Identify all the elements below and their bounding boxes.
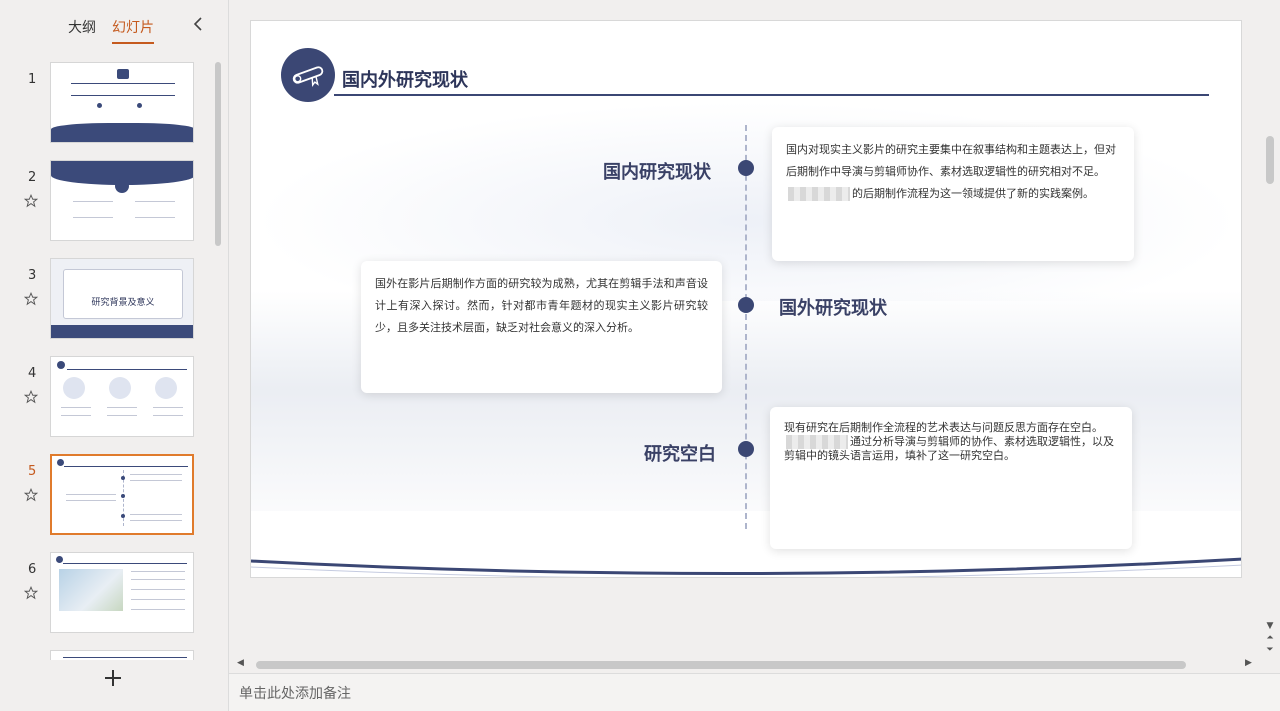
- slide-thumbnail-7[interactable]: [50, 650, 194, 660]
- card-text: 国内对现实主义影片的研究主要集中在叙事结构和主题表达上，但对后期制作中导演与剪辑…: [786, 143, 1116, 201]
- thumbnail-text: 研究背景及意义: [91, 298, 155, 308]
- slide-number: 2: [28, 170, 37, 185]
- thumbnail-row: 2: [0, 160, 212, 244]
- redacted-name: [788, 187, 850, 201]
- page-up-icon[interactable]: ⏶: [1264, 632, 1276, 644]
- page-down-icon[interactable]: ⏷: [1264, 644, 1276, 656]
- panel-tabs: 大纲 幻灯片: [68, 17, 154, 44]
- slide-thumbnail-1[interactable]: [50, 62, 194, 143]
- diploma-icon: [281, 48, 335, 102]
- star-icon[interactable]: [23, 291, 40, 307]
- thumbnail-row: 1: [0, 62, 212, 146]
- timeline-dot: [738, 160, 754, 176]
- card-text: 现有研究在后期制作全流程的艺术表达与问题反思方面存在空白。通过分析导演与剪辑师的…: [784, 421, 1114, 462]
- star-icon[interactable]: [23, 389, 40, 405]
- notes-pane[interactable]: 单击此处添加备注: [229, 673, 1280, 711]
- label-domestic-research[interactable]: 国内研究现状: [603, 158, 711, 184]
- label-research-gap[interactable]: 研究空白: [644, 440, 716, 466]
- slide-thumbnail-6[interactable]: [50, 552, 194, 633]
- card-foreign-research[interactable]: 国外在影片后期制作方面的研究较为成熟，尤其在剪辑手法和声音设计上有深入探讨。然而…: [361, 261, 722, 393]
- tab-outline[interactable]: 大纲: [68, 17, 96, 44]
- slide-number: 1: [28, 72, 37, 87]
- slide-number: 3: [28, 268, 37, 283]
- thumbnail-row: 5: [0, 454, 212, 538]
- redacted-name: [786, 435, 848, 449]
- star-icon[interactable]: [23, 585, 40, 601]
- scroll-right-icon[interactable]: ▶: [1245, 658, 1252, 668]
- slide-canvas[interactable]: 国内外研究现状 国内研究现状 国内对现实主义影片的研究主要集中在叙事结构和主题表…: [250, 20, 1242, 578]
- tab-slides[interactable]: 幻灯片: [112, 17, 154, 44]
- vertical-scrollbar[interactable]: [1266, 136, 1274, 184]
- slide-thumbnail-4[interactable]: [50, 356, 194, 437]
- timeline-axis: [745, 125, 747, 529]
- thumbnail-row: 3 研究背景及意义: [0, 258, 212, 342]
- notes-placeholder[interactable]: 单击此处添加备注: [239, 683, 351, 703]
- slide-thumbnail-2[interactable]: [50, 160, 194, 241]
- card-domestic-research[interactable]: 国内对现实主义影片的研究主要集中在叙事结构和主题表达上，但对后期制作中导演与剪辑…: [772, 127, 1134, 261]
- slide-number: 6: [28, 562, 37, 577]
- chevron-left-icon[interactable]: [193, 16, 203, 35]
- star-icon[interactable]: [23, 193, 40, 209]
- scroll-left-icon[interactable]: ◀: [237, 658, 244, 668]
- plus-icon[interactable]: [104, 667, 122, 691]
- slide-number: 4: [28, 366, 37, 381]
- star-icon[interactable]: [23, 487, 40, 503]
- thumbnail-scrollbar[interactable]: [215, 62, 221, 246]
- scroll-down-icon[interactable]: ▼: [1264, 620, 1276, 632]
- timeline-dot: [738, 297, 754, 313]
- label-foreign-research[interactable]: 国外研究现状: [779, 294, 887, 320]
- horizontal-scrollbar[interactable]: [256, 661, 1186, 669]
- slide-thumbnail-3[interactable]: 研究背景及意义: [50, 258, 194, 339]
- bottom-wave-decoration: [251, 557, 1241, 577]
- scroll-arrows[interactable]: ▼ ⏶ ⏷: [1264, 620, 1276, 656]
- slide-number: 5: [28, 464, 37, 479]
- timeline-dot: [738, 441, 754, 457]
- thumbnail-row: [0, 650, 212, 660]
- thumbnail-row: 4: [0, 356, 212, 440]
- slides-panel: 大纲 幻灯片 1 2 3 研究背景及意义 4 5 6: [0, 0, 229, 711]
- title-underline: [334, 94, 1209, 96]
- slide-thumbnail-5[interactable]: [50, 454, 194, 535]
- slide-title[interactable]: 国内外研究现状: [342, 66, 468, 92]
- thumbnail-row: 6: [0, 552, 212, 636]
- card-research-gap[interactable]: 现有研究在后期制作全流程的艺术表达与问题反思方面存在空白。通过分析导演与剪辑师的…: [770, 407, 1132, 549]
- thumbnail-list[interactable]: 1 2 3 研究背景及意义 4 5 6: [0, 52, 212, 660]
- card-text: 国外在影片后期制作方面的研究较为成熟，尤其在剪辑手法和声音设计上有深入探讨。然而…: [375, 277, 708, 334]
